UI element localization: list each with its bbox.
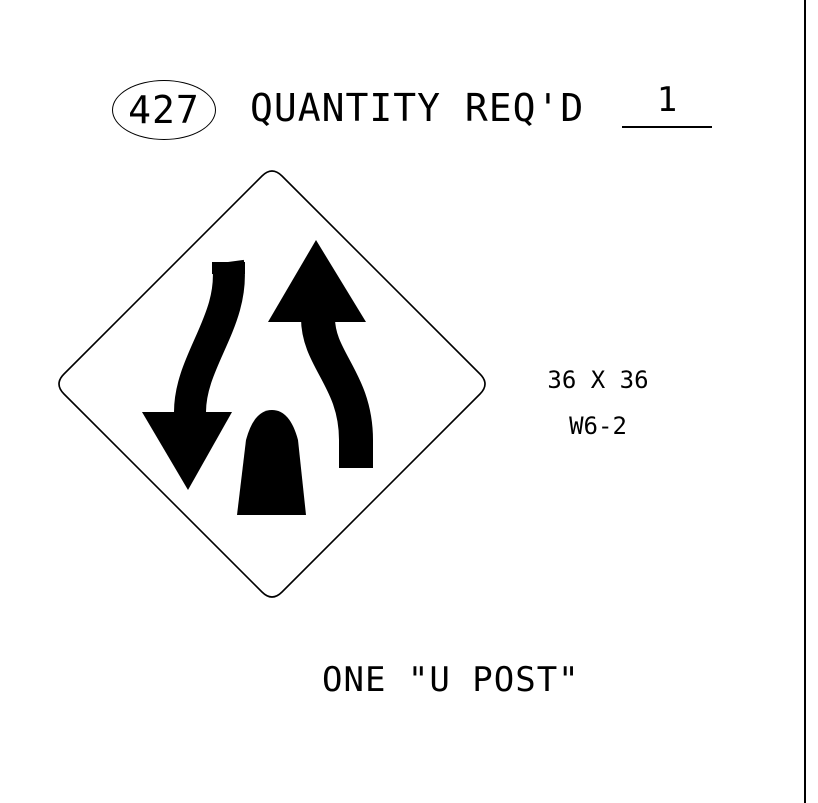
sign-code: W6-2 [569,412,627,440]
post-note: ONE "U POST" [322,660,580,700]
sign-size: 36 X 36 [547,366,649,394]
diamond-sign-outline [58,170,486,598]
sign-detail-sheet: 427 QUANTITY REQ'D 1 36 X 36 W6-2 ONE "U… [0,0,818,803]
